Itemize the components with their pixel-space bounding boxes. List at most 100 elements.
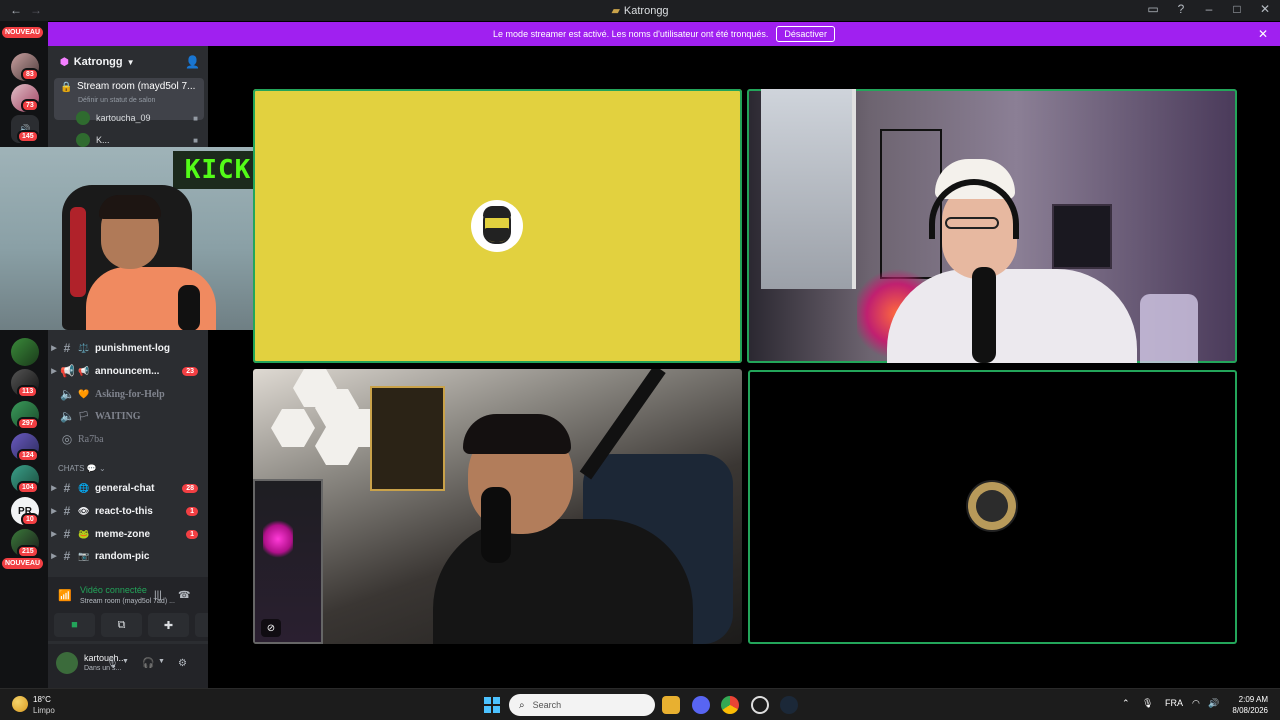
- category-chats[interactable]: CHATS 💬 ⌄: [58, 464, 106, 473]
- guild-header[interactable]: ⬢ Katrongg ▼ 👤: [48, 46, 208, 78]
- headphones-icon[interactable]: 🎧: [142, 658, 154, 669]
- disconnect-icon[interactable]: ☎: [178, 590, 190, 601]
- channel-punishment-log[interactable]: ▶ # ⚖️ punishment-log: [48, 338, 208, 358]
- server-icon[interactable]: [11, 338, 39, 366]
- water-bottle: [1140, 294, 1198, 363]
- gear-icon[interactable]: ⚙: [178, 658, 187, 669]
- close-window-icon[interactable]: ✕: [1258, 2, 1272, 16]
- screen-share-button[interactable]: ⧉: [101, 613, 142, 637]
- set-status-link[interactable]: Définir un statut de salon: [78, 97, 155, 104]
- unread-badge: 23: [182, 366, 198, 376]
- clock-date: 8/08/2026: [1232, 706, 1268, 715]
- channel-meme-zone[interactable]: ▶ # 🐸 meme-zone 1: [48, 524, 208, 544]
- channel-name: meme-zone: [95, 528, 151, 540]
- caret-icon: ▶: [51, 531, 57, 538]
- video-tile-camera-2[interactable]: [747, 89, 1237, 363]
- voice-user[interactable]: kartoucha_09 ■: [76, 109, 202, 127]
- channel-ra7ba[interactable]: ◎ Ra7ba: [48, 429, 208, 449]
- window-title: ▰ Katrongg: [0, 4, 1280, 17]
- caret-icon: ▶: [51, 485, 57, 492]
- new-badge: NOUVEAU: [2, 558, 44, 569]
- inbox-icon[interactable]: ▭: [1146, 2, 1160, 16]
- person-hair: [99, 195, 161, 219]
- microphone-icon[interactable]: 🎙: [106, 658, 119, 669]
- windows-start-icon[interactable]: [484, 697, 500, 713]
- stage-icon: ◎: [61, 431, 73, 446]
- maximize-icon[interactable]: □: [1230, 2, 1244, 16]
- minimize-icon[interactable]: –: [1202, 2, 1216, 16]
- discord-window: ← → ▰ Katrongg ▭ ? – □ ✕ Le mode streamer…: [0, 0, 1280, 720]
- channel-emoji: 🏳: [78, 410, 90, 421]
- language-indicator[interactable]: FRA: [1165, 698, 1183, 708]
- close-icon[interactable]: ✕: [1258, 27, 1268, 41]
- file-explorer-icon[interactable]: [662, 696, 680, 714]
- hash-icon: #: [63, 549, 71, 563]
- kick-logo: KICK: [173, 151, 263, 189]
- app-icon[interactable]: [751, 696, 769, 714]
- disable-streamer-button[interactable]: Désactiver: [776, 26, 835, 42]
- soundboard-button[interactable]: ♪: [195, 613, 208, 637]
- microphone: [972, 267, 996, 363]
- channel-name: Ra7ba: [78, 433, 104, 445]
- avatar: [966, 480, 1018, 532]
- caret-icon: ▶: [51, 368, 57, 375]
- channel-general-chat[interactable]: ▶ # 🌐 general-chat 28: [48, 478, 208, 498]
- mention-badge: 73: [21, 99, 39, 112]
- channel-name: WAITING: [95, 410, 141, 422]
- channel-name: Asking-for-Help: [95, 388, 165, 400]
- channel-random-pic[interactable]: ▶ # 📷 random-pic: [48, 546, 208, 566]
- picture-frame: [1052, 204, 1112, 269]
- video-tile-camera-3[interactable]: ⊘: [253, 369, 742, 644]
- chrome-icon[interactable]: [721, 696, 739, 714]
- avatar-figure: [976, 490, 1008, 522]
- microphone: [178, 285, 200, 330]
- chevron-down-icon[interactable]: ▼: [158, 658, 165, 665]
- steam-icon[interactable]: [780, 696, 798, 714]
- channel-react-to-this[interactable]: ▶ # 👁 react-to-this 1: [48, 501, 208, 521]
- chat-bubble-icon: 💬: [86, 464, 97, 473]
- unread-badge: 1: [186, 529, 198, 539]
- person-hair: [463, 414, 571, 454]
- avatar[interactable]: [56, 652, 78, 674]
- weather-temperature[interactable]: 18°C: [33, 695, 51, 704]
- video-tile-avatar-1[interactable]: [253, 89, 742, 363]
- speaker-icon: 🔈: [60, 386, 75, 401]
- signal-icon[interactable]: 📶: [58, 589, 72, 602]
- channel-emoji: 🌐: [78, 482, 90, 493]
- weather-moon-icon[interactable]: [12, 696, 28, 712]
- channel-emoji: 👁: [78, 505, 90, 516]
- streamer-mode-banner: Le mode streamer est activé. Les noms d'…: [48, 22, 1280, 46]
- voice-connection-panel: 📶 Vidéo connectée Stream room (mayd5ol 7…: [48, 577, 208, 641]
- noise-suppression-icon[interactable]: |||: [154, 590, 162, 601]
- wifi-icon[interactable]: ◠: [1192, 698, 1200, 709]
- channel-name: random-pic: [95, 550, 150, 562]
- hash-icon: #: [63, 481, 71, 495]
- help-icon[interactable]: ?: [1174, 2, 1188, 16]
- channel-asking-for-help[interactable]: 🔈 🧡 Asking-for-Help: [48, 384, 208, 404]
- activities-button[interactable]: ✚: [148, 613, 189, 637]
- taskbar-search[interactable]: ⌕ Search: [509, 694, 655, 716]
- microphone-tray-icon[interactable]: 🎙: [1142, 698, 1153, 709]
- video-tile-avatar-4[interactable]: [748, 370, 1237, 644]
- channel-emoji: 🐸: [78, 528, 90, 539]
- discord-icon[interactable]: [692, 696, 710, 714]
- user-panel: kartouch... Dans un s... 🎙 ▼ 🎧 ▼ ⚙: [48, 644, 208, 688]
- chevron-up-icon[interactable]: ⌃: [1122, 698, 1130, 709]
- channel-waiting[interactable]: 🔈 🏳 WAITING: [48, 406, 208, 426]
- caret-icon: ▶: [51, 508, 57, 515]
- hash-icon: #: [63, 504, 71, 518]
- camera-off-icon[interactable]: ⊘: [261, 619, 281, 637]
- camera-button[interactable]: ■: [54, 613, 95, 637]
- megaphone-icon: 📢: [60, 364, 75, 378]
- taskbar-clock[interactable]: 2:09 AM 8/08/2026: [1232, 694, 1268, 716]
- mention-badge: 83: [21, 68, 39, 81]
- chevron-down-icon[interactable]: ▼: [122, 658, 129, 665]
- chevron-down-icon: ⌄: [98, 464, 106, 473]
- weather-description[interactable]: Limpo: [33, 706, 55, 715]
- volume-icon[interactable]: 🔊: [1208, 698, 1219, 709]
- clock-time: 2:09 AM: [1238, 695, 1268, 704]
- channel-announcements[interactable]: ▶ 📢 📢 announcem... 23: [48, 361, 208, 381]
- unread-badge: 28: [182, 483, 198, 493]
- guild-name: Katrongg: [73, 56, 123, 68]
- add-user-icon[interactable]: 👤: [185, 55, 200, 69]
